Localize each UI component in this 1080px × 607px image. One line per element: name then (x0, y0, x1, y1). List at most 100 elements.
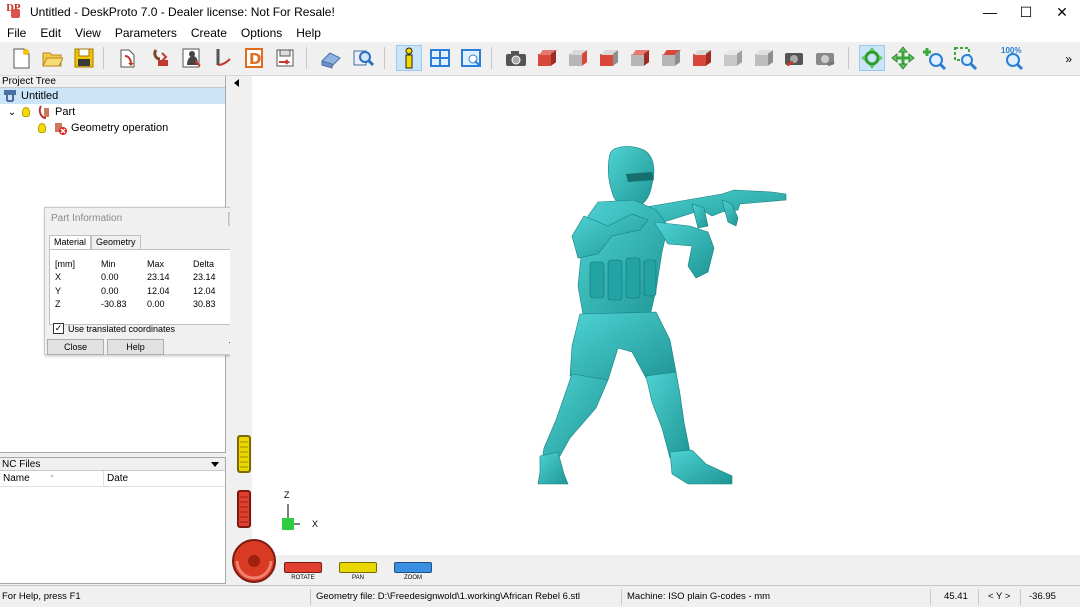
rotate-tool-icon[interactable] (859, 45, 885, 71)
window-icon[interactable] (458, 45, 484, 71)
table-row: Z -30.83 0.00 30.83 (55, 298, 216, 312)
view-iso-icon[interactable] (720, 45, 746, 71)
3d-viewport[interactable]: Z X (252, 76, 1080, 555)
zoom-preview-icon[interactable] (350, 45, 376, 71)
zoom-window-icon[interactable] (952, 45, 978, 71)
close-button[interactable]: ✕ (1044, 0, 1080, 24)
add-operation-icon[interactable]: D (241, 45, 267, 71)
view-top-icon[interactable] (658, 45, 684, 71)
nc-files-dropdown-icon[interactable] (211, 462, 219, 467)
max-header: Max (147, 258, 165, 269)
export-icon[interactable] (272, 45, 298, 71)
maximize-button[interactable]: ☐ (1008, 0, 1044, 24)
status-bar: For Help, press F1 Geometry file: D:\Fre… (0, 585, 1080, 607)
column-date[interactable]: Date (104, 471, 128, 486)
menu-create[interactable]: Create (184, 26, 234, 40)
project-icon (3, 89, 17, 103)
pan-tool-icon[interactable] (890, 45, 916, 71)
open-folder-icon[interactable] (39, 45, 65, 71)
axis-cell: X (55, 272, 62, 283)
delta-cell: 12.04 (193, 285, 216, 296)
add-vector-icon[interactable] (210, 45, 236, 71)
part-icon (37, 105, 51, 119)
minimize-button[interactable]: — (972, 0, 1008, 24)
zoom-100-icon[interactable]: 100% (1001, 45, 1029, 71)
menu-options[interactable]: Options (234, 26, 289, 40)
save-icon[interactable] (71, 45, 97, 71)
max-cell: 23.14 (147, 272, 170, 283)
view-left-icon[interactable] (596, 45, 622, 71)
tree-item-project[interactable]: Untitled (0, 88, 225, 104)
bulb-icon[interactable] (19, 105, 33, 119)
new-file-icon[interactable] (8, 45, 34, 71)
render-gray-icon[interactable] (813, 45, 839, 71)
view-shaded-icon[interactable] (751, 45, 777, 71)
layout-icon[interactable] (427, 45, 453, 71)
view-front-icon[interactable] (534, 45, 560, 71)
tree-item-part-label: Part (55, 106, 76, 118)
status-machine: Machine: ISO plain G-codes - mm (627, 591, 771, 602)
axis-cell: Y (55, 285, 62, 296)
dialog-help-button[interactable]: Help (107, 339, 164, 355)
menu-parameters[interactable]: Parameters (108, 26, 184, 40)
menu-bar: File Edit View Parameters Create Options… (0, 24, 1080, 42)
bulb-icon[interactable] (35, 121, 49, 135)
min-header: Min (101, 258, 116, 269)
status-geometry-file: Geometry file: D:\Freedesignwold\1.worki… (316, 591, 581, 602)
collapse-panel-icon[interactable] (234, 79, 239, 87)
status-help: For Help, press F1 (2, 591, 81, 602)
camera-icon[interactable] (503, 45, 529, 71)
status-coord-x: 45.41 (944, 591, 968, 602)
use-translated-checkbox-row[interactable]: ✓ Use translated coordinates (53, 323, 175, 334)
view-bottom-icon[interactable] (689, 45, 715, 71)
rotate-mode-label: ROTATE (291, 575, 315, 581)
tree-item-operation-label: Geometry operation (71, 122, 169, 134)
part-information-dialog: Part Information Material Geometry [mm] … (44, 207, 245, 355)
dialog-close-button[interactable]: Close (47, 339, 104, 355)
delta-cell: 30.83 (193, 299, 216, 310)
menu-help[interactable]: Help (289, 26, 328, 40)
render-icon[interactable] (782, 45, 808, 71)
nc-files-title: NC Files (2, 459, 41, 470)
preview-icon[interactable] (318, 45, 344, 71)
view-back-icon[interactable] (565, 45, 591, 71)
add-bitmap-icon[interactable] (179, 45, 205, 71)
expand-chevron-icon[interactable]: ⌄ (5, 107, 19, 118)
zoom-in-icon[interactable] (921, 45, 947, 71)
rotate-dial-icon[interactable] (231, 538, 277, 584)
axis-cell: Z (55, 299, 61, 310)
menu-edit[interactable]: Edit (33, 26, 68, 40)
nc-files-panel: NC Files ⌄ Name Date (0, 457, 226, 584)
info-icon[interactable] (396, 45, 422, 71)
svg-text:D: D (249, 50, 261, 68)
pan-wheel-indicator (237, 435, 251, 473)
dimensions-panel: [mm] Min Max Delta X 0.00 23.14 23.14 Y … (49, 249, 242, 325)
project-tree-header: Project Tree (0, 76, 225, 88)
menu-view[interactable]: View (68, 26, 108, 40)
use-translated-label: Use translated coordinates (68, 323, 176, 334)
nc-files-header: NC Files (0, 458, 225, 471)
pan-mode-icon (339, 562, 377, 573)
tree-item-project-label: Untitled (21, 90, 59, 102)
operation-error-icon (53, 121, 67, 135)
sort-indicator-icon: ⌄ (49, 472, 55, 479)
table-header-row: [mm] Min Max Delta (55, 257, 216, 271)
unit-header: [mm] (55, 258, 75, 269)
tab-material[interactable]: Material (49, 235, 92, 249)
use-translated-checkbox[interactable]: ✓ (53, 323, 64, 334)
tree-item-part[interactable]: ⌄ Part (0, 104, 225, 120)
min-cell: -30.83 (101, 299, 127, 310)
max-cell: 12.04 (147, 285, 170, 296)
menu-file[interactable]: File (0, 26, 33, 40)
axis-z-label: Z (284, 490, 290, 500)
tree-item-operation[interactable]: Geometry operation (0, 120, 225, 136)
add-part-icon[interactable] (148, 45, 174, 71)
import-geometry-icon[interactable] (116, 45, 142, 71)
rotate-wheel-indicator (237, 490, 251, 528)
tab-geometry[interactable]: Geometry (91, 235, 141, 249)
zoom-mode-icon (394, 562, 432, 573)
max-cell: 0.00 (147, 299, 165, 310)
delta-header: Delta (193, 258, 215, 269)
view-right-icon[interactable] (627, 45, 653, 71)
toolbar-overflow-button[interactable]: » (1065, 52, 1072, 66)
